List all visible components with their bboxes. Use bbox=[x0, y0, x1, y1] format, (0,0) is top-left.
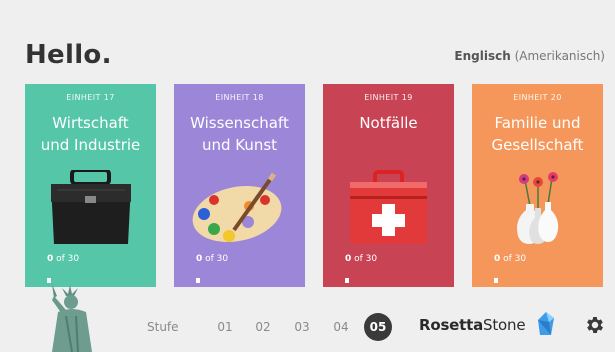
unit-card-19[interactable]: EINHEIT 19 Notfälle 0 of 30 bbox=[323, 84, 454, 287]
progress-bar bbox=[196, 278, 200, 283]
unit-title: Familie und Gesellschaft bbox=[476, 112, 599, 156]
flower-vases-icon bbox=[517, 172, 559, 244]
level-label: Stufe bbox=[147, 320, 179, 334]
unit-card-17[interactable]: EINHEIT 17 Wirtschaft und Industrie 0 of… bbox=[25, 84, 156, 287]
unit-progress: 0 of 30 bbox=[196, 254, 228, 264]
level-05-button[interactable]: 05 bbox=[364, 313, 392, 341]
progress-total: of 30 bbox=[351, 254, 378, 264]
course-language[interactable]: Englisch (Amerikanisch) bbox=[454, 49, 605, 63]
brand-part1: Rosetta bbox=[419, 316, 484, 334]
progress-total: of 30 bbox=[202, 254, 229, 264]
unit-title-line1: Wirtschaft bbox=[52, 114, 129, 132]
unit-title-line1: Familie und bbox=[494, 114, 581, 132]
level-02-button[interactable]: 02 bbox=[252, 320, 274, 334]
unit-title: Wissenschaft und Kunst bbox=[178, 112, 301, 156]
briefcase-icon bbox=[51, 170, 131, 244]
unit-title-line2: und Industrie bbox=[40, 136, 141, 154]
unit-progress: 0 of 30 bbox=[345, 254, 377, 264]
paint-palette-icon bbox=[192, 172, 282, 243]
level-01-button[interactable]: 01 bbox=[214, 320, 236, 334]
unit-card-20[interactable]: EINHEIT 20 Familie und Gesellschaft 0 of… bbox=[472, 84, 603, 287]
unit-label: EINHEIT 19 bbox=[364, 93, 413, 102]
first-aid-kit-icon bbox=[350, 170, 427, 244]
footer-bar: Stufe 01 02 03 04 05 RosettaStone bbox=[0, 300, 615, 352]
brand-part2: Stone bbox=[483, 316, 526, 334]
brand-name: RosettaStone bbox=[419, 316, 526, 334]
progress-total: of 30 bbox=[53, 254, 80, 264]
unit-title-line2: und Kunst bbox=[201, 136, 278, 154]
unit-title: Notfälle bbox=[327, 112, 450, 134]
level-04-button[interactable]: 04 bbox=[330, 320, 352, 334]
greeting-title: Hello. bbox=[25, 40, 112, 70]
level-03-button[interactable]: 03 bbox=[291, 320, 313, 334]
unit-progress: 0 of 30 bbox=[47, 254, 79, 264]
unit-title: Wirtschaft und Industrie bbox=[29, 112, 152, 156]
gear-icon[interactable] bbox=[584, 314, 606, 336]
language-main: Englisch bbox=[454, 49, 511, 63]
unit-title-line2: Gesellschaft bbox=[491, 136, 584, 154]
unit-label: EINHEIT 18 bbox=[215, 93, 264, 102]
progress-bar bbox=[494, 278, 498, 283]
unit-title-line1: Wissenschaft bbox=[190, 114, 289, 132]
progress-total: of 30 bbox=[500, 254, 527, 264]
unit-title-line1: Notfälle bbox=[359, 114, 418, 132]
progress-bar bbox=[345, 278, 349, 283]
unit-label: EINHEIT 17 bbox=[66, 93, 115, 102]
unit-card-18[interactable]: EINHEIT 18 Wissenschaft und Kunst 0 of 3… bbox=[174, 84, 305, 287]
rosetta-stone-logo-icon bbox=[538, 312, 554, 335]
unit-progress: 0 of 30 bbox=[494, 254, 526, 264]
language-variant: (Amerikanisch) bbox=[514, 49, 605, 63]
unit-label: EINHEIT 20 bbox=[513, 93, 562, 102]
